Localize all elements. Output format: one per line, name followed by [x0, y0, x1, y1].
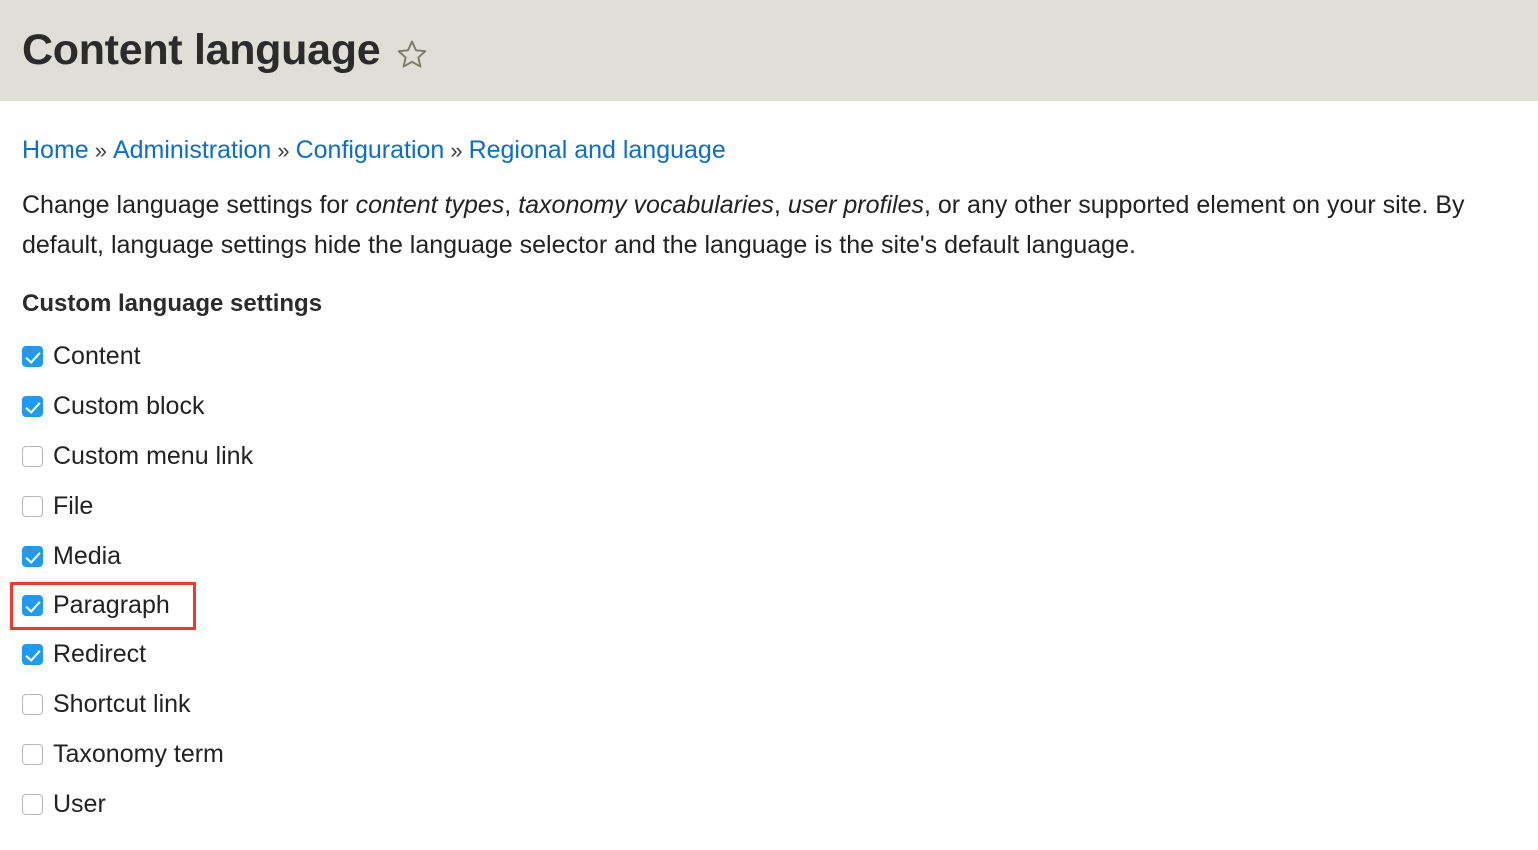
page-content: Home» Administration» Configuration» Region…	[0, 136, 1538, 830]
checkbox-row-taxonomy-term[interactable]: Taxonomy term	[10, 730, 224, 780]
description-emphasis-content-types: content types	[355, 190, 505, 219]
checkbox-checked-icon[interactable]	[22, 644, 43, 665]
custom-language-settings-list: Content Custom block Custom menu link File M…	[10, 332, 1516, 830]
breadcrumb-item-configuration[interactable]: Configuration	[296, 136, 445, 164]
checkbox-unchecked-icon[interactable]	[22, 794, 43, 815]
checkbox-label: User	[53, 790, 106, 818]
breadcrumb-separator: »	[94, 138, 107, 163]
checkbox-checked-icon[interactable]	[22, 546, 43, 567]
checkbox-unchecked-icon[interactable]	[22, 496, 43, 517]
checkbox-label: Media	[53, 542, 122, 570]
checkbox-checked-icon[interactable]	[22, 396, 43, 417]
checkbox-label: File	[53, 492, 94, 520]
checkbox-unchecked-icon[interactable]	[22, 744, 43, 765]
checkbox-label: Custom menu link	[53, 442, 254, 470]
checkbox-row-media[interactable]: Media	[10, 532, 196, 582]
breadcrumb-separator: »	[450, 138, 463, 163]
checkbox-row-redirect[interactable]: Redirect	[10, 630, 196, 680]
description-text-2: ,	[504, 190, 519, 219]
breadcrumb-item-administration[interactable]: Administration	[113, 136, 271, 164]
checkbox-label: Custom block	[53, 392, 205, 420]
breadcrumb: Home» Administration» Configuration» Region…	[22, 136, 1516, 165]
checkbox-checked-icon[interactable]	[22, 595, 43, 616]
breadcrumb-item-regional-and-language[interactable]: Regional and language	[469, 136, 726, 164]
checkbox-label: Taxonomy term	[53, 740, 224, 768]
section-heading-custom-language-settings: Custom language settings	[22, 289, 323, 317]
breadcrumb-separator: »	[277, 138, 290, 163]
checkbox-unchecked-icon[interactable]	[22, 694, 43, 715]
checkbox-label: Content	[53, 342, 141, 370]
description-emphasis-user-profiles: user profiles	[787, 190, 924, 219]
checkbox-row-file[interactable]: File	[10, 482, 196, 532]
checkbox-row-paragraph[interactable]: Paragraph	[10, 581, 196, 630]
checkbox-label: Shortcut link	[53, 690, 191, 718]
star-outline-icon[interactable]	[396, 38, 428, 70]
checkbox-row-shortcut-link[interactable]: Shortcut link	[10, 680, 196, 730]
description-text-3: ,	[773, 190, 788, 219]
page-title: Content language	[22, 26, 381, 74]
checkbox-unchecked-icon[interactable]	[22, 446, 43, 467]
checkbox-row-custom-menu-link[interactable]: Custom menu link	[10, 432, 253, 482]
checkbox-row-custom-block[interactable]: Custom block	[10, 382, 204, 432]
description-text-1: Change language settings for	[22, 190, 356, 219]
description-emphasis-taxonomy-vocabularies: taxonomy vocabularies	[518, 190, 774, 219]
checkbox-checked-icon[interactable]	[22, 346, 43, 367]
checkbox-label: Paragraph	[53, 591, 170, 619]
checkbox-row-user[interactable]: User	[10, 780, 196, 830]
checkbox-label: Redirect	[53, 640, 147, 668]
page-header: Content language	[0, 0, 1538, 101]
page-description: Change language settings for content typ…	[22, 185, 1516, 265]
breadcrumb-item-home[interactable]: Home	[22, 136, 89, 164]
checkbox-row-content[interactable]: Content	[10, 332, 196, 382]
